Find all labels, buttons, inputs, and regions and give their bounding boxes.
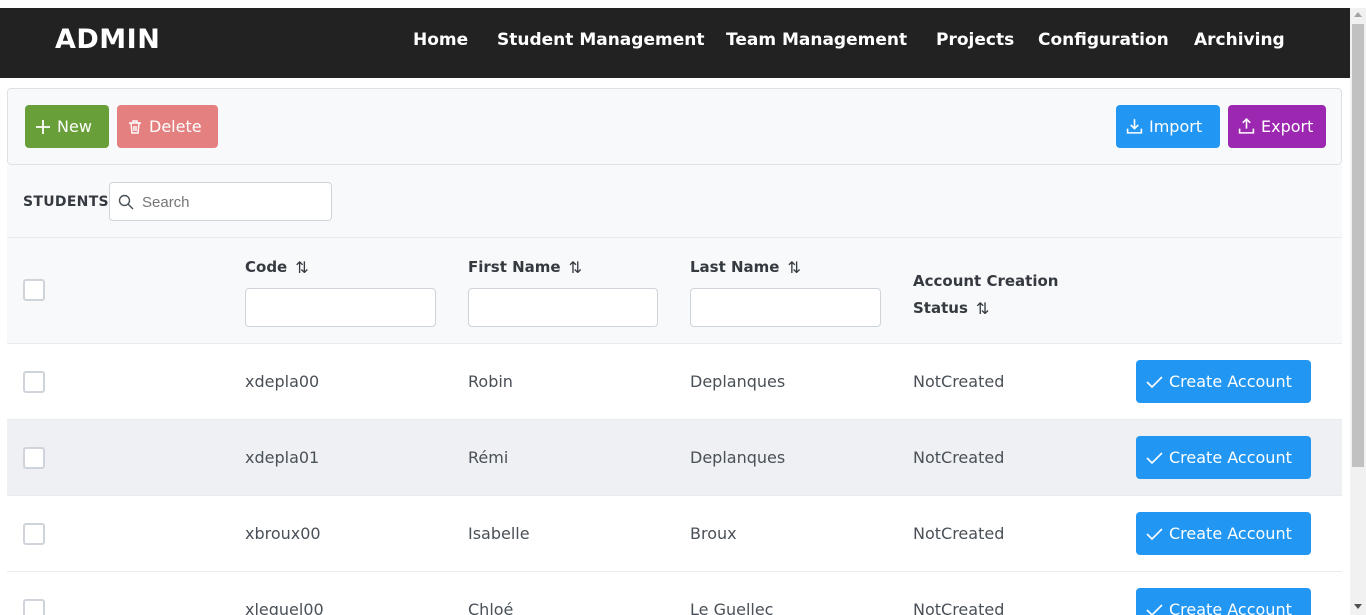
row-checkbox[interactable] bbox=[23, 371, 45, 393]
code-filter-input[interactable] bbox=[245, 288, 436, 327]
top-navbar: ADMIN Home Student Management Team Manag… bbox=[0, 8, 1350, 78]
cell-last-name: Broux bbox=[690, 524, 737, 543]
search-box[interactable] bbox=[109, 182, 332, 221]
nav-archiving[interactable]: Archiving bbox=[1194, 30, 1285, 50]
check-icon bbox=[1146, 375, 1163, 388]
cell-status: NotCreated bbox=[913, 600, 1005, 615]
scroll-up-arrow-icon[interactable] bbox=[1354, 12, 1362, 17]
cell-first-name: Isabelle bbox=[468, 524, 530, 543]
table-column-headers: Code ⇅ First Name ⇅ Last Name ⇅ Account Cre… bbox=[7, 238, 1342, 344]
sort-icon[interactable]: ⇅ bbox=[976, 295, 989, 322]
cell-first-name: Robin bbox=[468, 372, 513, 391]
column-status-header[interactable]: Account Creation Status ⇅ bbox=[913, 268, 1058, 322]
table-row[interactable]: xbroux00 Isabelle Broux NotCreated Creat… bbox=[7, 496, 1342, 572]
nav-configuration[interactable]: Configuration bbox=[1038, 30, 1169, 50]
upload-icon bbox=[1238, 118, 1255, 134]
create-account-label: Create Account bbox=[1169, 448, 1292, 467]
sort-icon[interactable]: ⇅ bbox=[787, 258, 800, 277]
select-all-checkbox[interactable] bbox=[23, 279, 45, 301]
download-icon bbox=[1126, 119, 1143, 134]
sort-icon[interactable]: ⇅ bbox=[569, 258, 582, 277]
column-code-header[interactable]: Code ⇅ bbox=[245, 258, 309, 277]
last-name-filter-input[interactable] bbox=[690, 288, 881, 327]
cell-status: NotCreated bbox=[913, 448, 1005, 467]
table-title: STUDENTS bbox=[23, 194, 109, 210]
delete-button-label: Delete bbox=[149, 117, 202, 136]
new-button-label: New bbox=[57, 117, 92, 136]
check-icon bbox=[1146, 451, 1163, 464]
cell-code: xleguel00 bbox=[245, 600, 324, 615]
column-status-label-line2: Status bbox=[913, 299, 968, 317]
cell-first-name: Rémi bbox=[468, 448, 509, 467]
window-top-strip bbox=[0, 0, 1366, 8]
scrollbar-thumb[interactable] bbox=[1352, 24, 1364, 467]
search-input[interactable] bbox=[142, 191, 322, 213]
plus-icon bbox=[36, 119, 50, 134]
import-button-label: Import bbox=[1149, 117, 1203, 136]
sort-icon[interactable]: ⇅ bbox=[295, 258, 308, 277]
nav-home[interactable]: Home bbox=[413, 30, 468, 50]
cell-first-name: Chloé bbox=[468, 600, 514, 615]
column-first-name-label: First Name bbox=[468, 258, 561, 276]
table-header-bar: STUDENTS bbox=[7, 165, 1342, 238]
scroll-down-arrow-icon[interactable] bbox=[1354, 604, 1362, 609]
table-row[interactable]: xdepla00 Robin Deplanques NotCreated Cre… bbox=[7, 344, 1342, 420]
export-button-label: Export bbox=[1261, 117, 1314, 136]
action-toolbar: New Delete Import Export bbox=[7, 88, 1342, 165]
nav-student-management[interactable]: Student Management bbox=[497, 30, 704, 50]
cell-last-name: Le Guellec bbox=[690, 600, 774, 615]
new-button[interactable]: New bbox=[25, 105, 109, 148]
column-status-label-line1: Account Creation bbox=[913, 272, 1059, 290]
table-row[interactable]: xdepla01 Rémi Deplanques NotCreated Crea… bbox=[7, 420, 1342, 496]
delete-button[interactable]: Delete bbox=[117, 105, 218, 148]
column-first-name-header[interactable]: First Name ⇅ bbox=[468, 258, 582, 277]
row-checkbox[interactable] bbox=[23, 447, 45, 469]
create-account-label: Create Account bbox=[1169, 372, 1292, 391]
create-account-button[interactable]: Create Account bbox=[1136, 436, 1311, 479]
cell-last-name: Deplanques bbox=[690, 372, 786, 391]
column-code-label: Code bbox=[245, 258, 288, 276]
check-icon bbox=[1146, 603, 1163, 615]
cell-code: xbroux00 bbox=[245, 524, 321, 543]
create-account-label: Create Account bbox=[1169, 600, 1292, 615]
brand-title: ADMIN bbox=[55, 24, 161, 55]
check-icon bbox=[1146, 527, 1163, 540]
cell-status: NotCreated bbox=[913, 372, 1005, 391]
nav-team-management[interactable]: Team Management bbox=[726, 30, 907, 50]
page-scrollbar[interactable] bbox=[1350, 8, 1366, 615]
column-last-name-label: Last Name bbox=[690, 258, 780, 276]
row-checkbox[interactable] bbox=[23, 523, 45, 545]
cell-last-name: Deplanques bbox=[690, 448, 786, 467]
row-checkbox[interactable] bbox=[23, 599, 45, 615]
cell-code: xdepla00 bbox=[245, 372, 320, 391]
create-account-label: Create Account bbox=[1169, 524, 1292, 543]
import-button[interactable]: Import bbox=[1116, 105, 1220, 148]
nav-projects[interactable]: Projects bbox=[936, 30, 1014, 50]
first-name-filter-input[interactable] bbox=[468, 288, 658, 327]
cell-code: xdepla01 bbox=[245, 448, 320, 467]
trash-icon bbox=[129, 119, 141, 134]
cell-status: NotCreated bbox=[913, 524, 1005, 543]
create-account-button[interactable]: Create Account bbox=[1136, 360, 1311, 403]
search-icon bbox=[118, 194, 134, 210]
table-row[interactable]: xleguel00 Chloé Le Guellec NotCreated Cr… bbox=[7, 572, 1342, 615]
create-account-button[interactable]: Create Account bbox=[1136, 588, 1311, 615]
create-account-button[interactable]: Create Account bbox=[1136, 512, 1311, 555]
export-button[interactable]: Export bbox=[1228, 105, 1326, 148]
column-last-name-header[interactable]: Last Name ⇅ bbox=[690, 258, 801, 277]
